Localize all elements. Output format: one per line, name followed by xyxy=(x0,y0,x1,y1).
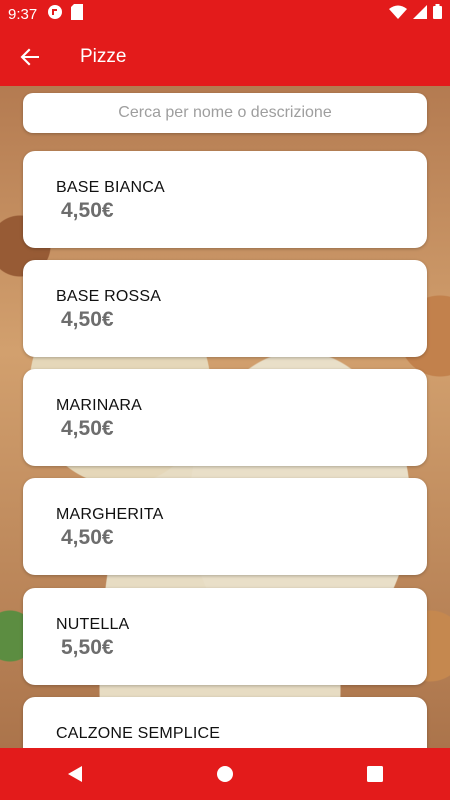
pizza-name: BASE ROSSA xyxy=(56,288,162,305)
pizza-name: MARGHERITA xyxy=(56,506,164,523)
system-nav-bar xyxy=(0,748,450,800)
list-item[interactable]: MARINARA 4,50€ xyxy=(23,369,427,466)
list-item[interactable]: NUTELLA 5,50€ xyxy=(23,588,427,685)
list-item[interactable]: MARGHERITA 4,50€ xyxy=(23,478,427,575)
nav-recents-button[interactable] xyxy=(345,754,405,794)
pizza-price: 4,50€ xyxy=(61,417,114,440)
list-item[interactable]: CALZONE SEMPLICE xyxy=(23,697,427,748)
pizza-name: MARINARA xyxy=(56,397,143,414)
search-input[interactable] xyxy=(23,92,427,134)
pizza-list[interactable]: BASE BIANCA 4,50€ BASE ROSSA 4,50€ MARIN… xyxy=(0,0,450,748)
pizza-price: 4,50€ xyxy=(61,199,114,222)
nav-home-button[interactable] xyxy=(195,754,255,794)
pizza-price: 5,50€ xyxy=(61,636,114,659)
nav-back-button[interactable] xyxy=(45,754,105,794)
search-bar[interactable] xyxy=(23,92,427,134)
back-triangle-icon xyxy=(68,766,82,782)
list-item[interactable]: BASE ROSSA 4,50€ xyxy=(23,260,427,357)
pizza-name: BASE BIANCA xyxy=(56,179,165,196)
pizza-name: CALZONE SEMPLICE xyxy=(56,725,221,742)
home-circle-icon xyxy=(217,766,233,782)
recents-square-icon xyxy=(367,766,383,782)
list-item[interactable]: BASE BIANCA 4,50€ xyxy=(23,151,427,248)
pizza-name: NUTELLA xyxy=(56,616,130,633)
pizza-price: 4,50€ xyxy=(61,308,114,331)
pizza-price: 4,50€ xyxy=(61,526,114,549)
